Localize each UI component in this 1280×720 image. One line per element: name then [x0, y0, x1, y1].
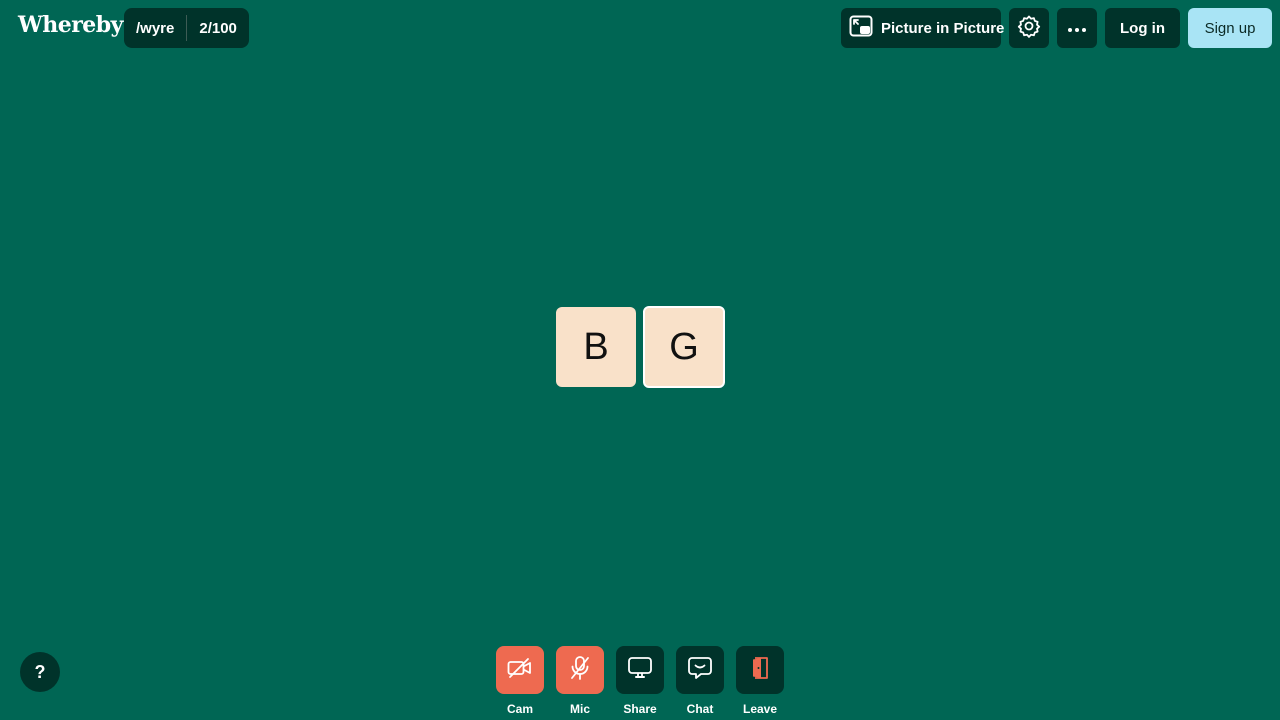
- cam-label: Cam: [506, 702, 533, 716]
- participant-initial: G: [669, 325, 699, 368]
- camera-off-icon: [507, 657, 533, 684]
- leave-button[interactable]: [736, 646, 784, 694]
- whereby-logo[interactable]: Whereby: [18, 12, 123, 38]
- more-horizontal-icon: [1067, 20, 1087, 37]
- cam-button[interactable]: [496, 646, 544, 694]
- participant-initial: B: [583, 325, 609, 368]
- settings-button[interactable]: [1009, 8, 1049, 48]
- share-button[interactable]: [616, 646, 664, 694]
- picture-in-picture-label: Picture in Picture: [881, 19, 1005, 37]
- mic-label: Mic: [569, 702, 590, 716]
- door-exit-icon: [749, 656, 771, 685]
- share-control: Share: [616, 646, 664, 716]
- picture-in-picture-icon: [849, 14, 873, 42]
- gear-icon: [1017, 14, 1041, 42]
- room-name: /wyre: [136, 19, 175, 37]
- participant-tile[interactable]: B: [556, 307, 636, 387]
- login-button[interactable]: Log in: [1105, 8, 1180, 48]
- chat-label: Chat: [686, 702, 714, 716]
- chat-button[interactable]: [676, 646, 724, 694]
- mic-button[interactable]: [556, 646, 604, 694]
- share-label: Share: [623, 702, 657, 716]
- participant-tile[interactable]: G: [643, 306, 725, 388]
- leave-control: Leave: [736, 646, 784, 716]
- room-info[interactable]: /wyre 2/100: [124, 8, 249, 48]
- chat-control: Chat: [676, 646, 724, 716]
- help-button[interactable]: ?: [20, 652, 60, 692]
- participant-count: 2/100: [199, 19, 237, 37]
- mic-control: Mic: [556, 646, 604, 716]
- mic-off-icon: [569, 655, 591, 686]
- video-room-page: Whereby /wyre 2/100 Picture in Picture L…: [0, 0, 1280, 720]
- cam-control: Cam: [496, 646, 544, 716]
- signup-button[interactable]: Sign up: [1188, 8, 1272, 48]
- screen-share-icon: [627, 656, 653, 685]
- picture-in-picture-button[interactable]: Picture in Picture: [841, 8, 1005, 48]
- chat-icon: [687, 655, 713, 686]
- leave-label: Leave: [742, 702, 778, 716]
- more-options-button[interactable]: [1057, 8, 1097, 48]
